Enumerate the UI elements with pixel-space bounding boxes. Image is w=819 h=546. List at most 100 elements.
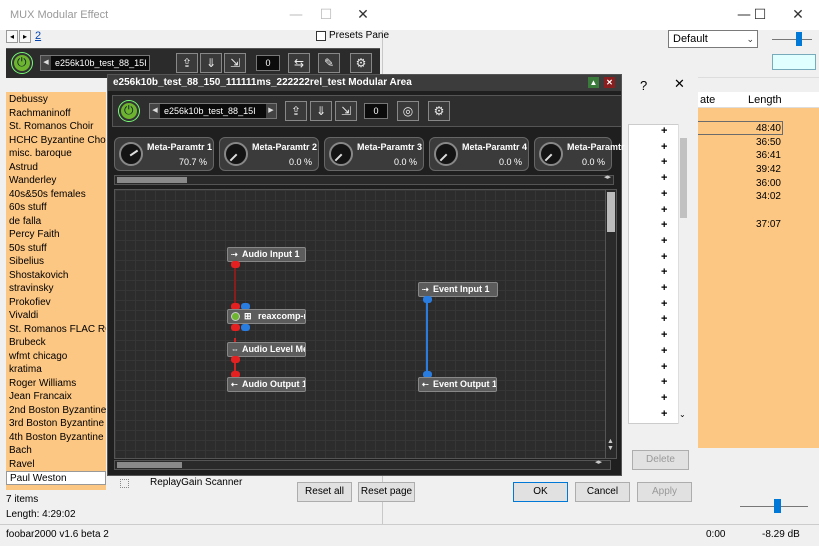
- expand-icon[interactable]: ▲: [588, 77, 599, 88]
- cancel-button[interactable]: Cancel: [575, 482, 630, 502]
- power-icon[interactable]: [119, 101, 139, 121]
- view-select[interactable]: Default ⌄: [668, 30, 758, 48]
- sidebar-item[interactable]: Sibelius: [9, 255, 44, 269]
- table-row[interactable]: 37:07: [688, 218, 819, 232]
- node-audio-input[interactable]: ⇢ Audio Input 1: [227, 247, 306, 262]
- knob-dial[interactable]: [119, 142, 143, 166]
- sidebar-item[interactable]: Debussy: [9, 93, 48, 107]
- presets-pane-checkbox[interactable]: [316, 31, 326, 41]
- knob-dial[interactable]: [329, 142, 353, 166]
- sidebar-item[interactable]: HCHC Byzantine Choir: [9, 134, 106, 148]
- folder-save-icon[interactable]: ⇓: [200, 53, 222, 73]
- expand-plus-icon[interactable]: +: [661, 235, 667, 247]
- sidebar-item[interactable]: Wanderley: [9, 174, 56, 188]
- expand-plus-icon[interactable]: +: [661, 156, 667, 168]
- prev-preset-icon[interactable]: ◀: [41, 56, 51, 70]
- module-graph-canvas[interactable]: ⇢ Audio Input 1 ⊞ reaxcomp-r ⇔ Audio Level…: [114, 189, 609, 459]
- minimize-icon[interactable]: —: [281, 4, 311, 26]
- audio-out-port[interactable]: [231, 261, 240, 268]
- sidebar-item[interactable]: misc. baroque: [9, 147, 72, 161]
- close-icon[interactable]: ✕: [348, 4, 378, 26]
- event-out-port[interactable]: [423, 296, 432, 303]
- table-row[interactable]: 34:02: [688, 190, 819, 204]
- volume-slider-mini[interactable]: [770, 28, 816, 50]
- expand-plus-icon[interactable]: +: [661, 345, 667, 357]
- meta-parameter-knob[interactable]: Meta-Paramtr 0.0 %: [534, 137, 625, 171]
- delete-button[interactable]: Delete: [632, 450, 689, 470]
- folder-load-icon[interactable]: ⇲: [224, 53, 246, 73]
- tree-item[interactable]: ReplayGain Scanner: [112, 476, 292, 492]
- help-icon[interactable]: ?: [640, 78, 647, 93]
- audio-out-port[interactable]: [231, 324, 240, 331]
- expand-plus-icon[interactable]: +: [661, 313, 667, 325]
- sidebar-item[interactable]: Rachmaninoff: [9, 107, 71, 121]
- plugin-list-scrollbar[interactable]: ⌄: [678, 124, 688, 424]
- sidebar-item[interactable]: Shostakovich: [9, 269, 68, 283]
- settings-gear-icon[interactable]: ⚙: [428, 101, 450, 121]
- sidebar-item[interactable]: Brubeck: [9, 336, 46, 350]
- column-length[interactable]: Length: [748, 94, 782, 106]
- sidebar-item[interactable]: 50s stuff: [9, 242, 47, 256]
- close-icon[interactable]: ✕: [674, 76, 685, 92]
- close-icon[interactable]: ✕: [604, 77, 615, 88]
- meta-parameter-knob[interactable]: Meta-Paramtr 1 70.7 %: [114, 137, 214, 171]
- close-icon[interactable]: ✕: [783, 4, 813, 26]
- sidebar-item[interactable]: St. Romanos FLAC RG: [9, 323, 106, 337]
- sidebar-item[interactable]: Vivaldi: [9, 309, 38, 323]
- sidebar-item[interactable]: 4th Boston Byzantine: [9, 431, 104, 445]
- node-audio-level-meter[interactable]: ⇔ Audio Level Me: [227, 342, 306, 357]
- knob-row-scrollbar[interactable]: ◂▸: [114, 174, 614, 185]
- expand-plus-icon[interactable]: +: [661, 172, 667, 184]
- sidebar-item[interactable]: Bach: [9, 444, 32, 458]
- preset-count[interactable]: 0: [364, 103, 388, 119]
- expand-plus-icon[interactable]: +: [661, 298, 667, 310]
- sidebar-item[interactable]: stravinsky: [9, 282, 53, 296]
- knob-dial[interactable]: [224, 142, 248, 166]
- sidebar-item[interactable]: Paul Weston: [6, 471, 106, 485]
- node-audio-output[interactable]: ⇠ Audio Output 1: [227, 377, 306, 392]
- sidebar-item[interactable]: Ravel: [9, 458, 35, 472]
- prev-preset-icon[interactable]: ◀: [150, 104, 160, 118]
- expand-plus-icon[interactable]: +: [661, 376, 667, 388]
- prev-page-icon[interactable]: ◂: [6, 30, 18, 43]
- edit-icon[interactable]: ✎: [318, 53, 340, 73]
- expand-plus-icon[interactable]: +: [661, 282, 667, 294]
- expand-plus-icon[interactable]: +: [661, 204, 667, 216]
- next-preset-icon[interactable]: ▶: [266, 104, 276, 118]
- sidebar-item[interactable]: St. Romanos Choir: [9, 120, 93, 134]
- ok-button[interactable]: OK: [513, 482, 568, 502]
- chevron-down-icon[interactable]: ⌄: [679, 410, 686, 419]
- expand-plus-icon[interactable]: +: [661, 408, 667, 420]
- expand-plus-icon[interactable]: +: [661, 392, 667, 404]
- sidebar-item[interactable]: kratima: [9, 363, 42, 377]
- meta-parameter-knob[interactable]: Meta-Paramtr 2 0.0 %: [219, 137, 319, 171]
- sidebar-item[interactable]: Jean Francaix: [9, 390, 72, 404]
- preset-box[interactable]: ◀ e256k10b_test_88_15I ▶: [149, 103, 277, 119]
- power-icon[interactable]: [231, 312, 240, 321]
- table-row[interactable]: 36:00: [688, 177, 819, 191]
- maximize-icon[interactable]: ☐: [745, 4, 775, 26]
- event-out-port[interactable]: [241, 324, 250, 331]
- node-event-output[interactable]: ⇠ Event Output 1: [418, 377, 497, 392]
- knob-dial[interactable]: [539, 142, 563, 166]
- folder-up-icon[interactable]: ⇪: [176, 53, 198, 73]
- canvas-horizontal-scrollbar[interactable]: ◂▸: [114, 459, 611, 470]
- sidebar-item[interactable]: Percy Faith: [9, 228, 60, 242]
- sidebar-item[interactable]: 3rd Boston Byzantine: [9, 417, 104, 431]
- snapshot-icon[interactable]: ◎: [397, 101, 419, 121]
- knob-dial[interactable]: [434, 142, 458, 166]
- routing-icon[interactable]: ⇆: [288, 53, 310, 73]
- canvas-vertical-scrollbar[interactable]: ▲ ▼: [605, 189, 617, 459]
- node-reaxcomp[interactable]: ⊞ reaxcomp-r: [227, 309, 306, 324]
- tree-expander[interactable]: [120, 479, 129, 488]
- sidebar-item[interactable]: 2nd Boston Byzantine (: [9, 404, 106, 418]
- host-count[interactable]: 0: [256, 55, 280, 71]
- folder-save-icon[interactable]: ⇓: [310, 101, 332, 121]
- reset-page-button[interactable]: Reset page: [358, 482, 415, 502]
- host-preset-box[interactable]: ◀ e256k10b_test_88_15I: [40, 55, 150, 71]
- sidebar-item[interactable]: 60s stuff: [9, 201, 47, 215]
- folder-load-icon[interactable]: ⇲: [335, 101, 357, 121]
- sidebar-item[interactable]: Prokofiev: [9, 296, 51, 310]
- next-page-icon[interactable]: ▸: [19, 30, 31, 43]
- table-row[interactable]: 39:42: [688, 163, 819, 177]
